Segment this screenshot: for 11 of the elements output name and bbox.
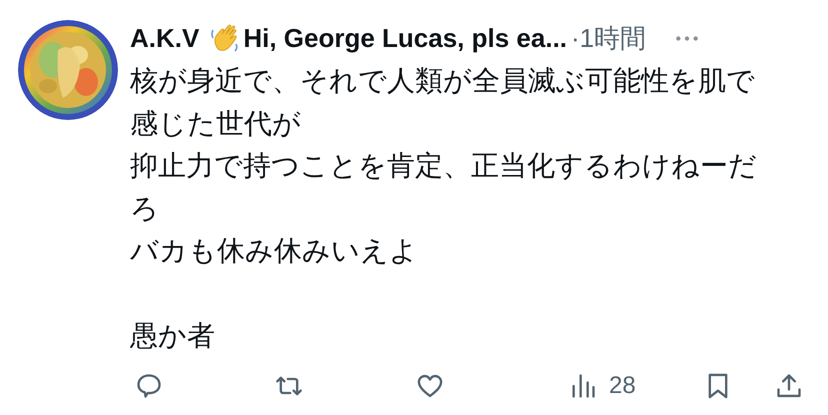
post-text: 核が身近で、それで人類が全員滅ぶ可能性を肌で感じた世代が bbox=[130, 63, 756, 142]
post-text: バカも休み休みいえよ bbox=[130, 233, 419, 269]
display-name[interactable]: A.K.V bbox=[130, 22, 200, 54]
more-icon[interactable] bbox=[674, 34, 700, 42]
display-name[interactable]: Hi, George Lucas, pls ea... bbox=[243, 22, 568, 54]
post-text: 抑止力で持つことを肯定、正当化するわけねーだろ bbox=[130, 148, 758, 226]
post-text: 愚か者 bbox=[130, 318, 216, 354]
post-time[interactable]: ·1時間 bbox=[571, 20, 646, 56]
reply-icon[interactable] bbox=[135, 372, 163, 400]
share-icon[interactable] bbox=[774, 372, 803, 400]
view-count: 28 bbox=[609, 372, 636, 400]
